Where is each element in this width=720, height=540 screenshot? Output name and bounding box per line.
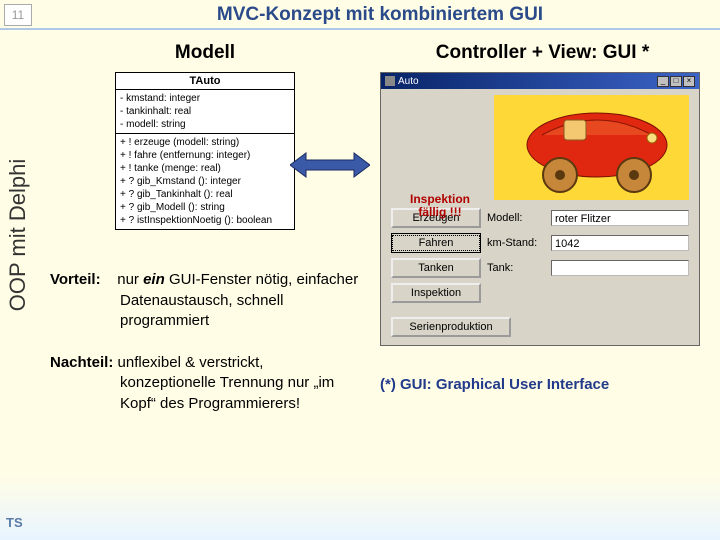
title-underline [0, 28, 720, 30]
column-controller-view: Controller + View: GUI * Auto _ □ × [380, 42, 705, 393]
slide-title-bar: MVC-Konzept mit kombiniertem GUI [40, 0, 720, 30]
uml-op: + ? gib_Tankinhalt (): real [120, 188, 290, 201]
uml-op: + ! erzeuge (modell: string) [120, 136, 290, 149]
controls-grid: Erzeugen Modell: roter Flitzer Fahren km… [381, 204, 699, 345]
pros-cons-block: Vorteil: nur ein GUI-Fenster nötig, einf… [50, 270, 360, 414]
author-initials: TS [6, 515, 23, 530]
uml-op: + ? istInspektionNoetig (): boolean [120, 214, 290, 227]
inspection-warning: Inspektion fällig !!! [395, 193, 485, 219]
window-titlebar: Auto _ □ × [381, 73, 699, 89]
modell-field[interactable]: roter Flitzer [551, 210, 689, 226]
app-window: Auto _ □ × [380, 72, 700, 346]
uml-op: + ? gib_Modell (): string [120, 201, 290, 214]
sidebar-vertical-label: OOP mit Delphi [2, 120, 34, 350]
tank-field[interactable] [551, 260, 689, 276]
vorteil-text-pre: nur [117, 271, 139, 288]
uml-op: + ! tanke (menge: real) [120, 162, 290, 175]
uml-class-name: TAuto [116, 73, 294, 90]
serienproduktion-button[interactable]: Serienproduktion [391, 317, 511, 337]
double-arrow-icon [290, 150, 370, 185]
window-buttons: _ □ × [657, 76, 695, 87]
inspection-warning-line1: Inspektion [410, 192, 470, 206]
vorteil-block: Vorteil: nur ein GUI-Fenster nötig, einf… [50, 270, 360, 331]
heading-modell: Modell [50, 42, 360, 64]
nachteil-text: unflexibel & verstrickt, konzeptionelle … [118, 354, 335, 412]
uml-attr: - tankinhalt: real [120, 105, 290, 118]
uml-op: + ? gib_Kmstand (): integer [120, 175, 290, 188]
fahren-button-inner: Fahren [392, 235, 480, 251]
uml-attr: - kmstand: integer [120, 92, 290, 105]
app-icon [385, 76, 395, 86]
fahren-button[interactable]: Fahren [391, 233, 481, 253]
km-field[interactable]: 1042 [551, 235, 689, 251]
slide-title: MVC-Konzept mit kombiniertem GUI [217, 4, 543, 26]
inspektion-button[interactable]: Inspektion [391, 283, 481, 303]
tanken-button[interactable]: Tanken [391, 258, 481, 278]
maximize-button[interactable]: □ [670, 76, 682, 87]
window-title: Auto [398, 76, 419, 87]
sidebar-text: OOP mit Delphi [5, 159, 31, 311]
tank-label: Tank: [487, 262, 545, 274]
km-label: km-Stand: [487, 237, 545, 249]
uml-attributes: - kmstand: integer - tankinhalt: real - … [116, 90, 294, 134]
uml-attr: - modell: string [120, 118, 290, 131]
minimize-button[interactable]: _ [657, 76, 669, 87]
column-modell: Modell TAuto - kmstand: integer - tankin… [50, 42, 360, 436]
heading-controller-view: Controller + View: GUI * [380, 42, 705, 64]
vorteil-text-em: ein [143, 271, 165, 288]
car-image-area [494, 95, 689, 200]
car-icon [502, 100, 682, 195]
gui-footnote: (*) GUI: Graphical User Interface [380, 376, 705, 393]
uml-op: + ! fahre (entfernung: integer) [120, 149, 290, 162]
vorteil-label: Vorteil: [50, 271, 101, 288]
uml-class-box: TAuto - kmstand: integer - tankinhalt: r… [115, 72, 295, 230]
slide-number-box: 11 [4, 4, 32, 26]
nachteil-block: Nachteil: unflexibel & verstrickt, konze… [50, 353, 360, 414]
uml-operations: + ! erzeuge (modell: string) + ! fahre (… [116, 134, 294, 229]
inspection-warning-line2: fällig !!! [418, 205, 461, 219]
modell-label: Modell: [487, 212, 545, 224]
nachteil-label: Nachteil: [50, 354, 113, 371]
close-button[interactable]: × [683, 76, 695, 87]
